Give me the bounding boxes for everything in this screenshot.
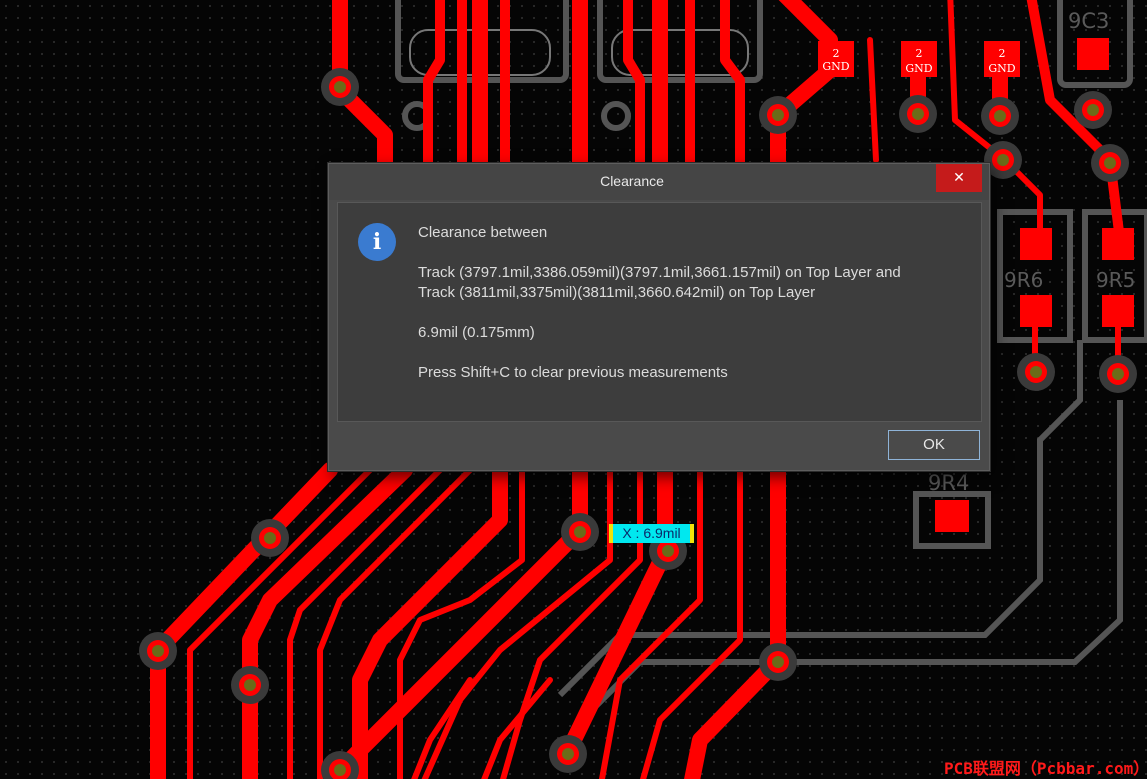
pad-net-num: 2: [916, 47, 923, 60]
designator-9r5: 9R5: [1096, 268, 1135, 292]
dialog-titlebar[interactable]: Clearance ✕: [329, 164, 989, 200]
dialog-title: Clearance: [600, 173, 664, 189]
ok-button[interactable]: OK: [888, 430, 980, 460]
dialog-message-panel: i Clearance between Track (3797.1mil,338…: [337, 202, 982, 422]
clearance-dialog: Clearance ✕ i Clearance between Track (3…: [328, 163, 990, 471]
info-icon: i: [358, 223, 396, 261]
designator-9c3: 9C3: [1068, 9, 1109, 33]
pad-net-num: 2: [999, 47, 1006, 60]
message-clearance-value: 6.9mil (0.175mm): [418, 324, 535, 341]
clearance-measurement-label: X : 6.9mil: [609, 524, 694, 543]
designator-9r6: 9R6: [1004, 268, 1043, 292]
designator-9r4: 9R4: [928, 471, 969, 495]
pad-net-name: GND: [905, 62, 932, 75]
watermark: PCB联盟网（Pcbbar.com）: [944, 759, 1147, 778]
message-track-2: Track (3811mil,3375mil)(3811mil,3660.642…: [418, 284, 816, 301]
message-hint: Press Shift+C to clear previous measurem…: [418, 364, 728, 381]
message-track-1: Track (3797.1mil,3386.059mil)(3797.1mil,…: [418, 264, 901, 281]
pad-net-num: 2: [833, 47, 840, 60]
close-icon: ✕: [953, 170, 965, 186]
close-button[interactable]: ✕: [936, 164, 982, 192]
message-heading: Clearance between: [418, 224, 548, 241]
pad-net-name: GND: [988, 62, 1015, 75]
pad-net-name: GND: [822, 60, 849, 73]
